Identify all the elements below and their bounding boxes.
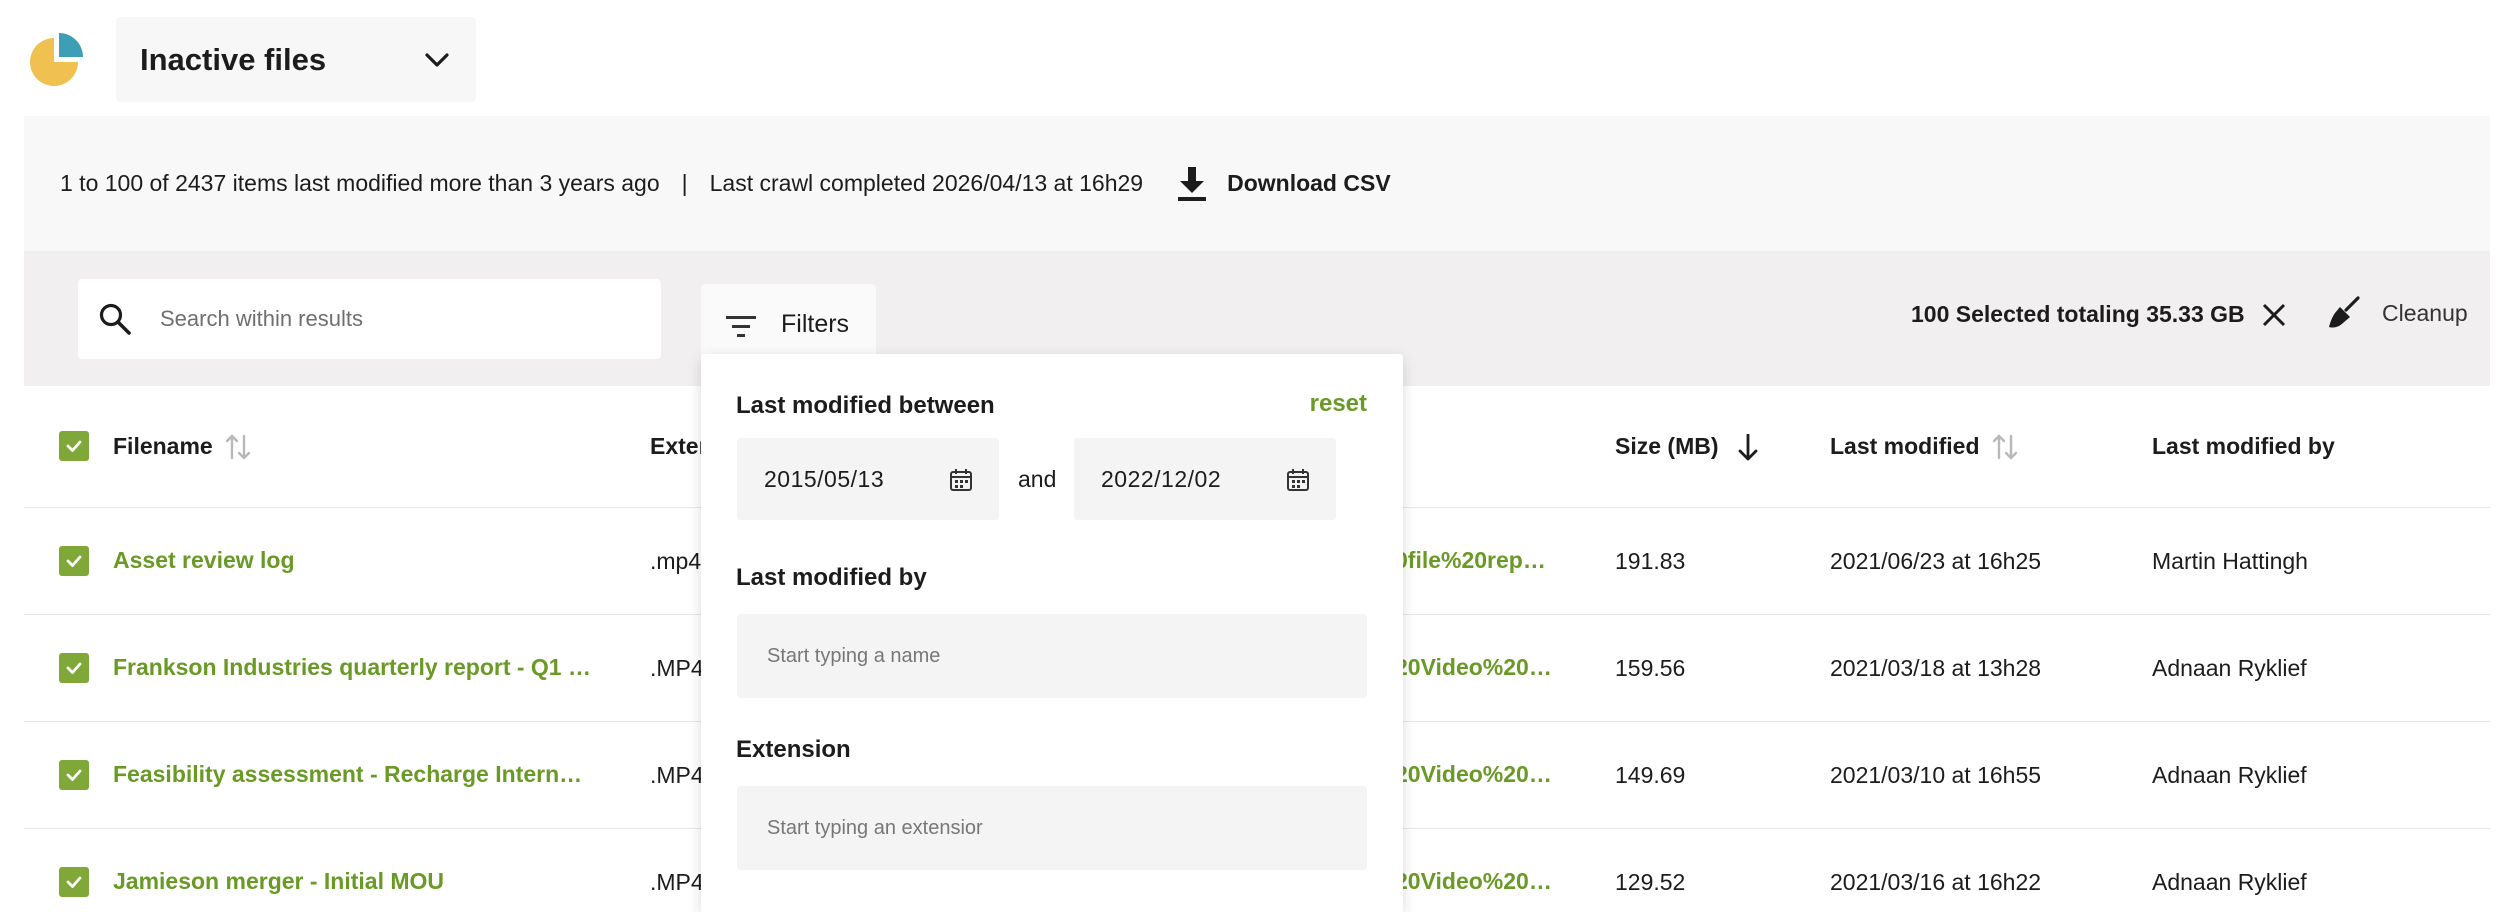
reset-filters-link[interactable]: reset (1310, 390, 1367, 418)
file-size-cell: 159.56 (1615, 654, 1686, 681)
modified-by-input[interactable] (767, 644, 1327, 668)
filters-label: Filters (781, 310, 850, 338)
extension-input[interactable] (767, 816, 1327, 840)
file-path-cell: 20Video%20… (1395, 615, 1595, 721)
file-size-cell: 129.52 (1615, 868, 1686, 895)
file-name-link[interactable]: Frankson Industries quarterly report - Q… (113, 653, 593, 683)
last-modified-between-label: Last modified between (736, 392, 995, 419)
date-from-value: 2015/05/13 (764, 465, 885, 492)
column-header-last-modified[interactable]: Last modified (1830, 386, 2150, 507)
filters-panel: Last modified between reset 2015/05/13 a… (701, 354, 1403, 912)
date-to-value: 2022/12/02 (1101, 465, 1222, 492)
file-name-cell: Asset review log (113, 508, 593, 614)
selection-summary: 100 Selected totaling 35.33 GB (1911, 301, 2287, 328)
selection-summary-text: 100 Selected totaling 35.33 GB (1911, 301, 2245, 327)
file-path-cell: 20Video%20… (1395, 829, 1595, 912)
last-modified-by-cell: Adnaan Ryklief (2152, 761, 2307, 788)
checkmark-icon (66, 440, 82, 452)
date-from-field[interactable]: 2015/05/13 (737, 438, 999, 520)
select-all-checkbox[interactable] (59, 431, 89, 461)
modified-by-field (737, 614, 1367, 698)
file-path-cell: 20Video%20… (1395, 722, 1595, 828)
row-checkbox[interactable] (59, 653, 89, 683)
date-to-field[interactable]: 2022/12/02 (1074, 438, 1336, 520)
file-name-cell: Feasibility assessment - Recharge Intern… (113, 722, 593, 828)
last-modified-by-cell: Adnaan Ryklief (2152, 654, 2307, 681)
file-path-link[interactable]: 0file%20rep… (1395, 546, 1546, 576)
search-box (78, 279, 661, 359)
broom-icon (2329, 296, 2360, 328)
last-modified-cell: 2021/03/16 at 16h22 (1830, 868, 2042, 895)
file-path-link[interactable]: 20Video%20… (1395, 867, 1552, 897)
date-range-and-label: and (1018, 466, 1057, 492)
column-header-filename[interactable]: Filename (113, 386, 593, 507)
last-modified-cell: 2021/03/18 at 13h28 (1830, 654, 2042, 681)
column-header-filename-label: Filename (113, 433, 213, 459)
extension-field (737, 786, 1367, 870)
column-header-last-modified-label: Last modified (1830, 433, 1980, 459)
checkmark-icon (66, 876, 82, 888)
filter-icon (726, 316, 756, 337)
column-header-size-label: Size (MB) (1615, 433, 1719, 459)
file-name-link[interactable]: Feasibility assessment - Recharge Intern… (113, 760, 593, 790)
view-selector-label: Inactive files (140, 41, 327, 77)
cleanup-button[interactable]: Cleanup (2326, 295, 2468, 331)
last-modified-cell: 2021/06/23 at 16h25 (1830, 547, 2042, 574)
checkmark-icon (66, 662, 82, 674)
file-name-link[interactable]: Asset review log (113, 546, 295, 576)
file-path-link[interactable]: 20Video%20… (1395, 760, 1552, 790)
file-name-cell: Frankson Industries quarterly report - Q… (113, 615, 593, 721)
search-input[interactable] (160, 306, 600, 332)
crawl-status: Last crawl completed 2026/04/13 at 16h29 (709, 170, 1144, 196)
column-header-last-modified-by[interactable]: Last modified by (2152, 386, 2472, 507)
results-summary: 1 to 100 of 2437 items last modified mor… (60, 170, 660, 196)
sort-descending-icon (1738, 433, 1757, 460)
file-path-link[interactable]: 20Video%20… (1395, 653, 1552, 683)
calendar-icon[interactable] (949, 468, 973, 492)
clear-selection-close-icon[interactable] (2261, 302, 2287, 328)
checkmark-icon (66, 555, 82, 567)
download-csv-label: Download CSV (1227, 170, 1391, 196)
top-bar: Inactive files (0, 0, 2514, 116)
last-modified-by-cell: Adnaan Ryklief (2152, 868, 2307, 895)
file-path-cell: 0file%20rep… (1395, 508, 1595, 614)
sort-both-icon (225, 434, 250, 459)
download-csv-button[interactable]: Download CSV (1175, 165, 1391, 203)
last-modified-by-label: Last modified by (736, 564, 927, 591)
download-icon (1178, 166, 1207, 201)
cleanup-label: Cleanup (2382, 299, 2468, 326)
row-checkbox[interactable] (59, 546, 89, 576)
file-size-cell: 191.83 (1615, 547, 1686, 574)
view-selector-dropdown[interactable]: Inactive files (116, 17, 476, 102)
column-header-size[interactable]: Size (MB) (1615, 386, 1795, 507)
info-bar: 1 to 100 of 2437 items last modified mor… (24, 116, 2490, 251)
calendar-icon[interactable] (1286, 468, 1310, 492)
file-name-cell: Jamieson merger - Initial MOU (113, 829, 593, 912)
sort-both-icon (1992, 434, 2017, 459)
search-icon (99, 303, 131, 335)
info-separator: | (681, 170, 688, 196)
app-logo-icon (30, 33, 83, 86)
chevron-down-icon (425, 53, 449, 67)
file-size-cell: 149.69 (1615, 761, 1686, 788)
checkmark-icon (66, 769, 82, 781)
last-modified-cell: 2021/03/10 at 16h55 (1830, 761, 2042, 788)
last-modified-by-cell: Martin Hattingh (2152, 547, 2308, 574)
row-checkbox[interactable] (59, 760, 89, 790)
extension-filter-label: Extension (736, 736, 851, 763)
file-name-link[interactable]: Jamieson merger - Initial MOU (113, 867, 444, 897)
row-checkbox[interactable] (59, 867, 89, 897)
